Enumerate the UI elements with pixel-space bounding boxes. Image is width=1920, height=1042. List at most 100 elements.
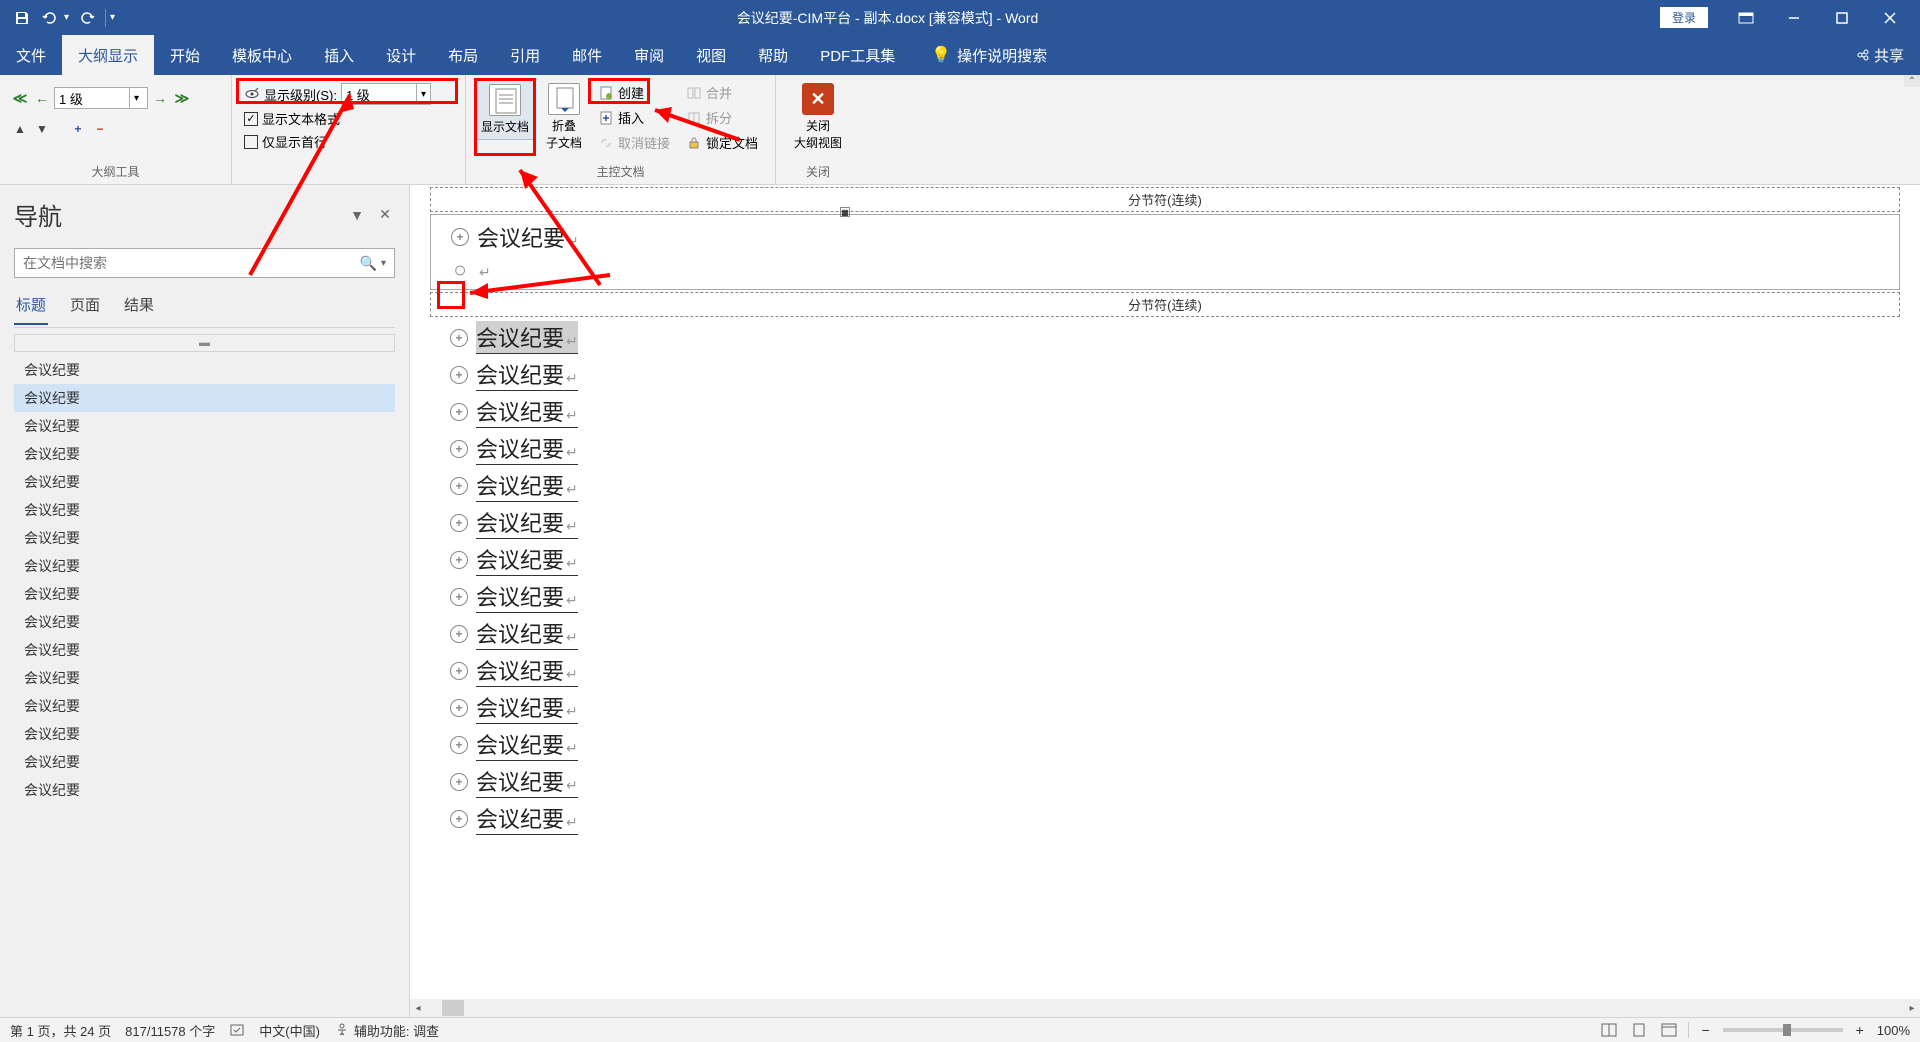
outline-heading[interactable]: 会议纪要 xyxy=(476,802,578,835)
minimize-icon[interactable] xyxy=(1772,4,1816,32)
outline-heading[interactable]: 会议纪要 xyxy=(476,395,578,428)
outline-expand-icon[interactable]: + xyxy=(450,588,468,606)
outline-heading[interactable]: 会议纪要 xyxy=(476,728,578,761)
nav-list-collapse-handle[interactable]: ▬ xyxy=(14,334,395,352)
outline-heading[interactable]: 会议纪要 xyxy=(476,765,578,798)
nav-item[interactable]: 会议纪要 xyxy=(14,608,395,636)
merge-button[interactable]: 合并 xyxy=(682,81,762,104)
tab-template[interactable]: 模板中心 xyxy=(216,35,308,75)
show-level-select[interactable]: 1 级 ▾ xyxy=(341,83,431,105)
nav-tab-headings[interactable]: 标题 xyxy=(14,290,48,325)
collapse-icon[interactable]: − xyxy=(92,121,108,137)
outline-expand-icon[interactable]: + xyxy=(450,366,468,384)
collapse-ribbon-icon[interactable]: ⌃ xyxy=(1904,75,1920,87)
search-icon[interactable]: 🔍▾ xyxy=(352,255,394,272)
show-text-formatting-checkbox[interactable]: ✓ 显示文本格式 xyxy=(240,107,457,130)
outline-expand-icon[interactable]: + xyxy=(450,440,468,458)
nav-item[interactable]: 会议纪要 xyxy=(14,580,395,608)
show-first-line-only-checkbox[interactable]: 仅显示首行 xyxy=(240,130,457,153)
nav-item[interactable]: 会议纪要 xyxy=(14,636,395,664)
outline-heading[interactable]: 会议纪要 xyxy=(476,543,578,576)
outline-heading[interactable]: 会议纪要 xyxy=(476,469,578,502)
outline-expand-icon[interactable]: + xyxy=(451,228,469,246)
lock-document-button[interactable]: 锁定文档 xyxy=(682,131,762,154)
tab-mailings[interactable]: 邮件 xyxy=(556,35,618,75)
outline-expand-icon[interactable]: + xyxy=(450,403,468,421)
outline-heading[interactable]: 会议纪要 xyxy=(476,617,578,650)
outline-level-select[interactable]: 1 级 ▾ xyxy=(54,87,148,109)
unlink-button[interactable]: 取消链接 xyxy=(594,131,674,154)
outline-heading[interactable]: 会议纪要 xyxy=(476,654,578,687)
login-button[interactable]: 登录 xyxy=(1660,7,1708,28)
dropdown-icon[interactable]: ▾ xyxy=(416,84,430,104)
outline-heading[interactable] xyxy=(477,257,491,283)
outline-expand-icon[interactable]: + xyxy=(450,662,468,680)
nav-close-icon[interactable]: ✕ xyxy=(375,205,395,225)
nav-item[interactable]: 会议纪要 xyxy=(14,356,395,384)
read-mode-icon[interactable] xyxy=(1598,1020,1620,1040)
navigation-search[interactable]: 🔍▾ xyxy=(14,248,395,278)
tab-view[interactable]: 视图 xyxy=(680,35,742,75)
create-button[interactable]: 创建 xyxy=(594,81,674,104)
document-area[interactable]: 分节符(连续) ▦ + 会议纪要 ○ 分节符(连续) + 会议纪要 +会议纪要 … xyxy=(410,185,1920,1017)
demote-to-body-icon[interactable]: ≫ xyxy=(172,88,192,108)
subdocument-marker-icon[interactable]: ▦ xyxy=(840,207,850,217)
nav-item[interactable]: 会议纪要 xyxy=(14,412,395,440)
zoom-in-icon[interactable]: + xyxy=(1851,1021,1869,1039)
outline-expand-icon[interactable]: + xyxy=(450,810,468,828)
tell-me-search[interactable]: 💡 操作说明搜索 xyxy=(911,35,1047,75)
navigation-search-input[interactable] xyxy=(15,255,352,271)
scroll-right-icon[interactable]: ▸ xyxy=(1904,1000,1920,1016)
zoom-out-icon[interactable]: − xyxy=(1697,1021,1715,1039)
word-count[interactable]: 817/11578 个字 xyxy=(125,1021,215,1040)
outline-heading[interactable]: 会议纪要 xyxy=(476,580,578,613)
promote-icon[interactable]: ← xyxy=(32,88,52,108)
outline-heading[interactable]: 会议纪要 xyxy=(476,691,578,724)
print-layout-icon[interactable] xyxy=(1628,1020,1650,1040)
undo-icon[interactable] xyxy=(40,8,60,28)
show-document-button[interactable]: 显示文档 xyxy=(474,79,536,140)
outline-heading[interactable]: 会议纪要 xyxy=(477,221,579,253)
outline-expand-icon[interactable]: + xyxy=(450,477,468,495)
nav-item[interactable]: 会议纪要 xyxy=(14,524,395,552)
tab-home[interactable]: 开始 xyxy=(154,35,216,75)
nav-item[interactable]: 会议纪要 xyxy=(14,776,395,804)
nav-item[interactable]: 会议纪要 xyxy=(14,440,395,468)
collapse-subdocuments-button[interactable]: 折叠 子文档 xyxy=(540,79,588,155)
ribbon-display-options-icon[interactable] xyxy=(1724,4,1768,32)
outline-expand-icon[interactable]: + xyxy=(450,773,468,791)
close-window-icon[interactable] xyxy=(1868,4,1912,32)
outline-expand-icon[interactable]: + xyxy=(450,736,468,754)
split-button[interactable]: 拆分 xyxy=(682,106,762,129)
redo-icon[interactable] xyxy=(77,8,97,28)
outline-heading[interactable]: 会议纪要 xyxy=(476,358,578,391)
expand-icon[interactable]: + xyxy=(70,121,86,137)
tab-layout[interactable]: 布局 xyxy=(432,35,494,75)
page-indicator[interactable]: 第 1 页，共 24 页 xyxy=(10,1021,111,1040)
tab-outlining[interactable]: 大纲显示 xyxy=(62,35,154,75)
outline-expand-icon[interactable]: + xyxy=(450,514,468,532)
promote-to-heading1-icon[interactable]: ≪ xyxy=(10,88,30,108)
undo-dropdown-icon[interactable]: ▾ xyxy=(64,12,69,23)
tab-insert[interactable]: 插入 xyxy=(308,35,370,75)
nav-tab-pages[interactable]: 页面 xyxy=(68,290,102,325)
tab-review[interactable]: 审阅 xyxy=(618,35,680,75)
web-layout-icon[interactable] xyxy=(1658,1020,1680,1040)
outline-expand-icon[interactable]: + xyxy=(450,551,468,569)
close-outline-view-button[interactable]: ✕ 关闭 大纲视图 xyxy=(788,79,848,155)
nav-item[interactable]: 会议纪要 xyxy=(14,384,395,412)
outline-heading[interactable]: 会议纪要 xyxy=(476,321,578,354)
nav-item[interactable]: 会议纪要 xyxy=(14,468,395,496)
dropdown-icon[interactable]: ▾ xyxy=(129,88,143,108)
nav-tab-results[interactable]: 结果 xyxy=(122,290,156,325)
horizontal-scrollbar[interactable]: ◂ ▸ xyxy=(410,999,1920,1017)
nav-item[interactable]: 会议纪要 xyxy=(14,692,395,720)
nav-item[interactable]: 会议纪要 xyxy=(14,720,395,748)
nav-item[interactable]: 会议纪要 xyxy=(14,664,395,692)
tab-file[interactable]: 文件 xyxy=(0,35,62,75)
maximize-icon[interactable] xyxy=(1820,4,1864,32)
outline-expand-icon[interactable]: + xyxy=(450,699,468,717)
move-down-icon[interactable]: ▼ xyxy=(34,121,50,137)
insert-button[interactable]: 插入 xyxy=(594,106,674,129)
scroll-left-icon[interactable]: ◂ xyxy=(410,1000,426,1016)
